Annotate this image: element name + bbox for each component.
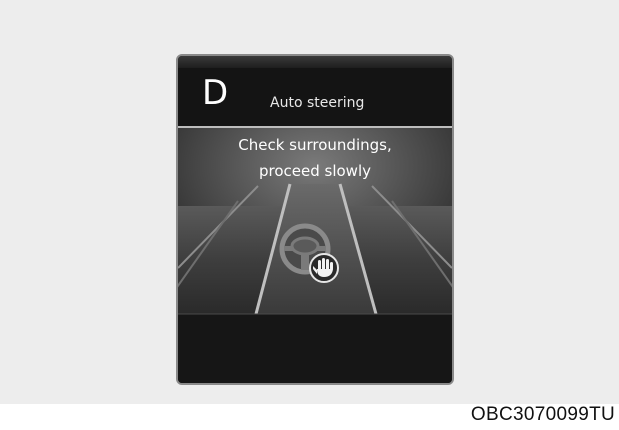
warning-message-line1: Check surroundings, xyxy=(238,136,392,154)
instrument-cluster-display: D Auto steering Check surroundings, proc… xyxy=(176,54,454,385)
hand-icon xyxy=(309,253,339,283)
lower-panel xyxy=(178,314,452,383)
warning-message-line2: proceed slowly xyxy=(258,162,371,180)
header-divider xyxy=(178,126,452,128)
figure-code: OBC3070099TU xyxy=(470,404,615,425)
mode-title: Auto steering xyxy=(270,95,365,111)
top-strip xyxy=(178,56,452,68)
gear-indicator: D xyxy=(202,73,229,113)
